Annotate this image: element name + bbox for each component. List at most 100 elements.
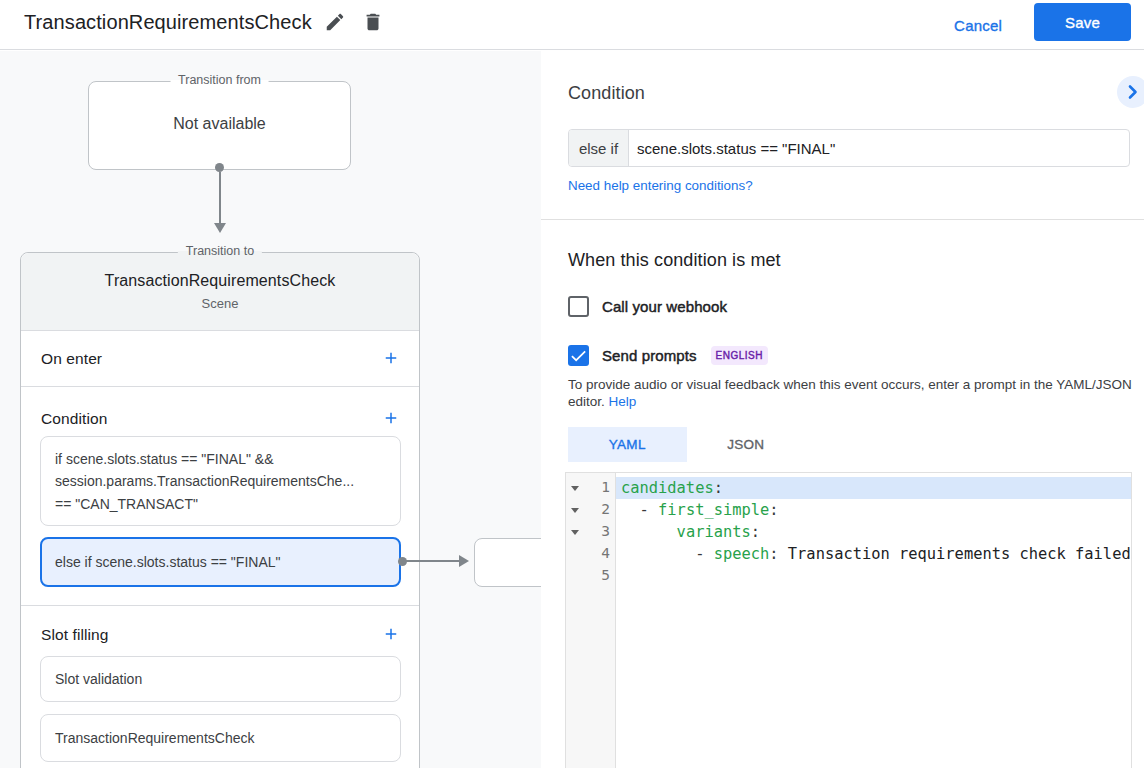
slot-item-label: Slot validation: [55, 671, 142, 687]
code-token-key: speech: [714, 545, 770, 563]
fold-toggle-icon[interactable]: [571, 530, 579, 535]
save-button[interactable]: Save: [1034, 3, 1131, 41]
description-line1: To provide audio or visual feedback when…: [568, 377, 1144, 394]
flow-arrow-head: [214, 223, 226, 233]
scene-card-title: TransactionRequirementsCheck: [21, 272, 419, 290]
scene-card-subtitle: Scene: [21, 296, 419, 311]
condition-expression-input[interactable]: [629, 130, 1129, 166]
gutter-row: 2: [566, 499, 615, 521]
plus-icon: [382, 355, 400, 370]
condition-help-link[interactable]: Need help entering conditions?: [568, 178, 753, 193]
gutter-row: 1: [566, 477, 615, 499]
code-line[interactable]: candidates:: [616, 477, 1131, 499]
code-line[interactable]: - speech: Transaction requirements check…: [616, 543, 1131, 565]
condition-connector-line: [406, 560, 460, 562]
slot-item-label: TransactionRequirementsCheck: [55, 730, 254, 746]
fold-toggle-icon[interactable]: [571, 508, 579, 513]
line-number: 2: [601, 501, 610, 517]
transition-from-box: Transition from Not available: [88, 81, 351, 170]
slot-filling-title: Slot filling: [41, 626, 109, 644]
collapse-panel-button[interactable]: [1117, 76, 1144, 108]
scene-editor-app: TransactionRequirementsCheck Cancel Save…: [0, 0, 1144, 768]
on-enter-section: On enter: [21, 332, 419, 386]
edit-scene-button[interactable]: [323, 11, 347, 35]
webhook-checkbox-row[interactable]: Call your webhook: [568, 296, 727, 317]
description-line2: editor.: [568, 394, 605, 409]
delete-scene-button[interactable]: [361, 11, 385, 35]
line-number: 5: [601, 567, 610, 583]
condition-detail-panel: Condition else if Need help entering con…: [541, 51, 1144, 768]
condition-target-node: [474, 538, 541, 587]
flow-arrow-origin-dot: [215, 163, 224, 172]
when-met-heading: When this condition is met: [568, 250, 781, 271]
condition-operator-label: else if: [569, 130, 629, 166]
transition-from-legend: Transition from: [170, 73, 269, 87]
code-token-key: variants: [677, 523, 751, 541]
code-token-key: first_simple: [658, 501, 769, 519]
prompt-editor-tabs: YAML JSON: [568, 427, 805, 462]
section-divider: [21, 386, 419, 387]
slot-item-transaction-requirements[interactable]: TransactionRequirementsCheck: [40, 714, 401, 762]
tab-yaml[interactable]: YAML: [568, 427, 687, 462]
fold-toggle-icon[interactable]: [571, 486, 579, 491]
checkmark-icon: [568, 345, 589, 366]
gutter-row: 5: [566, 565, 615, 587]
slot-item-validation[interactable]: Slot validation: [40, 656, 401, 702]
flow-arrow-line: [219, 172, 221, 225]
help-link[interactable]: Help: [609, 394, 637, 409]
code-token-key: candidates: [621, 479, 714, 497]
send-prompts-label: Send prompts: [602, 347, 697, 364]
add-condition-button[interactable]: [379, 407, 403, 431]
add-slot-button[interactable]: [379, 623, 403, 647]
code-token-punc: :: [769, 501, 778, 519]
trash-icon: [362, 21, 384, 36]
webhook-checkbox[interactable]: [568, 296, 589, 317]
transition-from-value: Not available: [89, 115, 350, 133]
condition-connector-arrow-head: [459, 555, 469, 567]
on-enter-title: On enter: [41, 350, 102, 368]
condition-expression-row: else if: [568, 129, 1130, 167]
pencil-icon: [324, 21, 346, 36]
condition-section-title: Condition: [41, 410, 107, 428]
code-token-punc: :: [769, 545, 778, 563]
send-prompts-checkbox[interactable]: [568, 345, 589, 366]
plus-icon: [382, 631, 400, 646]
prompt-editor-description: To provide audio or visual feedback when…: [568, 377, 1144, 410]
condition-line: == "CAN_TRANSACT": [55, 493, 386, 515]
editor-gutter: 1 2 3 4 5: [566, 473, 616, 768]
condition-line: else if scene.slots.status == "FINAL": [55, 554, 280, 570]
condition-panel-heading: Condition: [568, 83, 645, 104]
condition-line: if scene.slots.status == "FINAL" &&: [55, 448, 386, 470]
scene-card-header: TransactionRequirementsCheck Scene: [21, 253, 419, 331]
transition-to-card: Transition to TransactionRequirementsChe…: [20, 252, 420, 768]
code-token-punc: -: [621, 501, 658, 519]
plus-icon: [382, 415, 400, 430]
gutter-row: 3: [566, 521, 615, 543]
condition-item-if[interactable]: if scene.slots.status == "FINAL" && sess…: [40, 436, 401, 526]
tab-json[interactable]: JSON: [687, 427, 806, 462]
flow-diagram-panel: Transition from Not available Transition…: [0, 51, 541, 768]
condition-line: session.params.TransactionRequirementsCh…: [55, 470, 386, 492]
line-number: 3: [601, 523, 610, 539]
code-line[interactable]: variants:: [616, 521, 1131, 543]
code-token-punc: [621, 523, 677, 541]
code-token-val: Transaction requirements check failed: [779, 545, 1131, 563]
send-prompts-checkbox-row[interactable]: Send prompts ENGLISH: [568, 345, 768, 366]
code-line[interactable]: [616, 565, 1131, 587]
language-badge: ENGLISH: [711, 346, 768, 365]
gutter-row: 4: [566, 543, 615, 565]
webhook-label: Call your webhook: [602, 298, 727, 315]
panel-divider: [541, 219, 1144, 220]
yaml-code-editor[interactable]: 1 2 3 4 5 candidates: - first_simple: varian…: [565, 472, 1132, 768]
code-token-punc: :: [714, 479, 723, 497]
add-on-enter-button[interactable]: [379, 347, 403, 371]
line-number: 1: [601, 479, 610, 495]
code-token-punc: -: [621, 545, 714, 563]
code-line[interactable]: - first_simple:: [616, 499, 1131, 521]
cancel-button[interactable]: Cancel: [954, 11, 1002, 39]
top-bar: TransactionRequirementsCheck Cancel Save: [0, 0, 1144, 50]
code-token-punc: :: [751, 523, 760, 541]
editor-code-area[interactable]: candidates: - first_simple: variants: - …: [616, 473, 1131, 768]
condition-item-else-if-selected[interactable]: else if scene.slots.status == "FINAL": [40, 537, 401, 587]
section-divider: [21, 605, 419, 606]
